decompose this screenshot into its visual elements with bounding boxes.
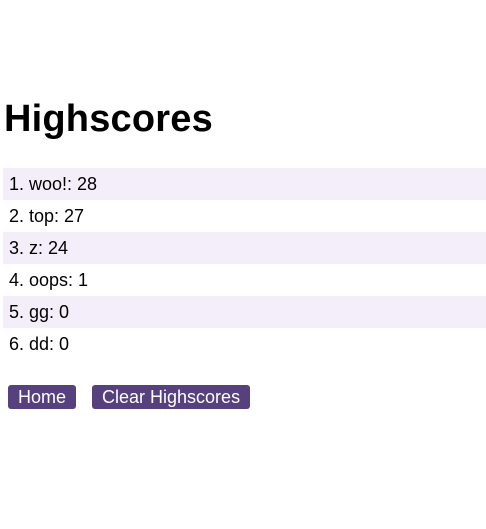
list-item: 2. top: 27 xyxy=(9,206,85,226)
page-title: Highscores xyxy=(4,98,213,140)
highscores-page: Highscores 1. woo!: 28 2. top: 27 3. z: … xyxy=(0,0,486,529)
list-item: 6. dd: 0 xyxy=(9,334,70,354)
home-button[interactable]: Home xyxy=(8,385,77,409)
list-item: 5. gg: 0 xyxy=(3,296,486,328)
clear-highscores-button[interactable]: Clear Highscores xyxy=(92,385,251,409)
list-item: 4. oops: 1 xyxy=(9,270,89,290)
list-item: 3. z: 24 xyxy=(3,232,486,264)
button-group: Home Clear Highscores xyxy=(8,385,251,409)
highscore-list: 1. woo!: 28 2. top: 27 3. z: 24 4. oops:… xyxy=(3,168,486,360)
list-item: 1. woo!: 28 xyxy=(3,168,486,200)
